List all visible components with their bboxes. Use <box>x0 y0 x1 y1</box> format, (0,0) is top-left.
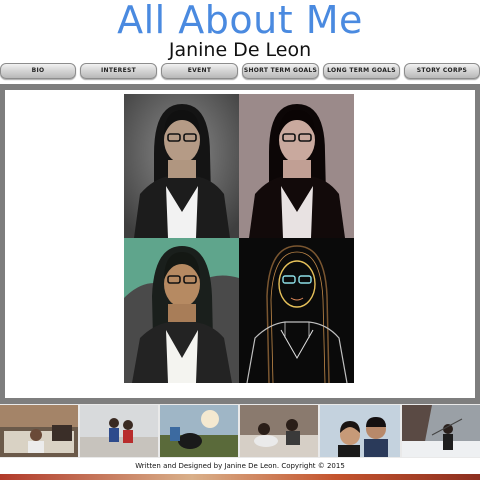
portrait-photo-teal <box>124 238 239 383</box>
gallery-photo-2[interactable] <box>80 405 158 457</box>
nav-short-term-goals-button[interactable]: SHORT TERM GOALS <box>242 63 319 79</box>
nav-bio-button[interactable]: BIO <box>0 63 76 79</box>
gallery-photo-3[interactable] <box>160 405 238 457</box>
footer-copyright: Written and Designed by Janine De Leon. … <box>135 462 345 470</box>
page-title: All About Me <box>117 0 363 42</box>
page-subtitle: Janine De Leon <box>168 39 312 61</box>
content-panel <box>5 90 475 398</box>
gallery-photo-6[interactable] <box>402 405 480 457</box>
footer-decor-bar <box>0 474 480 480</box>
nav-story-corps-button[interactable]: STORY CORPS <box>404 63 480 79</box>
portrait-grid <box>124 94 354 383</box>
content-frame <box>0 84 480 404</box>
nav-interest-button[interactable]: INTEREST <box>80 63 157 79</box>
nav-event-button[interactable]: EVENT <box>161 63 238 79</box>
portrait-photo-grayscale <box>124 94 239 238</box>
portrait-photo-neon-edge <box>239 238 354 383</box>
photo-gallery-strip <box>0 404 480 458</box>
gallery-photo-1[interactable] <box>0 405 78 457</box>
gallery-photo-4[interactable] <box>240 405 318 457</box>
main-nav: BIO INTEREST EVENT SHORT TERM GOALS LONG… <box>0 63 480 81</box>
gallery-photo-5[interactable] <box>320 405 400 457</box>
nav-long-term-goals-button[interactable]: LONG TERM GOALS <box>323 63 400 79</box>
portrait-photo-sepia <box>239 94 354 238</box>
